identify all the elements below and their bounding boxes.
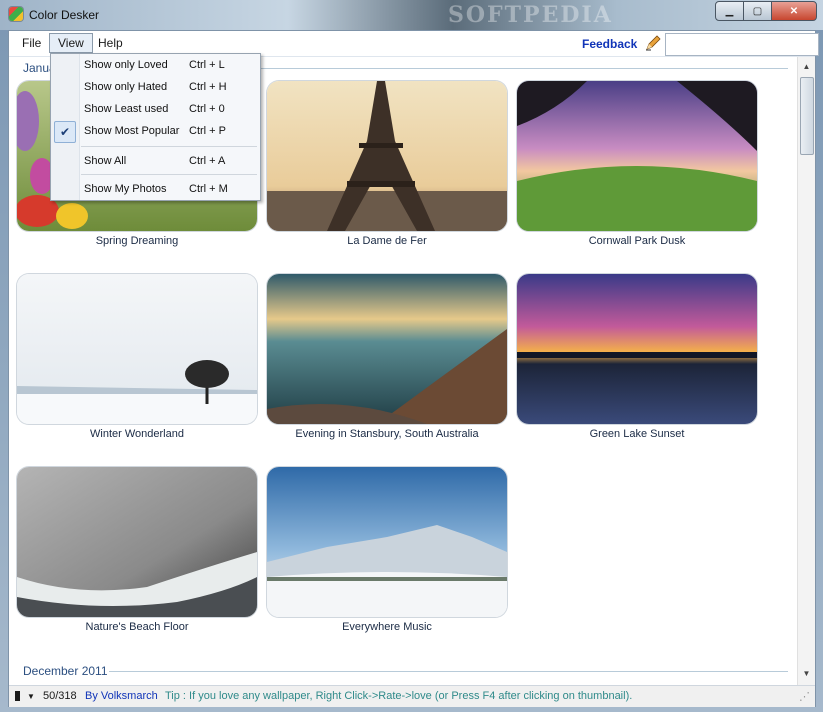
minimize-button[interactable]: ▁ [715,1,744,21]
view-menu-item[interactable]: Show only Hated Ctrl + H [51,76,260,98]
view-menu-item-shortcut: Ctrl + 0 [189,103,225,115]
watermark-logo: SOFTPEDIA [448,2,613,28]
wallpaper-counter: 50/318 [43,690,77,702]
window-title: Color Desker [29,8,100,22]
wallpaper-caption: Cornwall Park Dusk [588,235,686,247]
view-menu-item[interactable]: Show My Photos Ctrl + M [51,178,260,200]
feedback-link[interactable]: Feedback [582,37,637,51]
wallpaper-icon[interactable] [13,690,23,702]
view-menu-item-label: Show only Hated [84,81,168,93]
menu-separator [81,174,257,175]
maximize-button[interactable]: ▢ [743,1,772,21]
vertical-scrollbar[interactable]: ▲ ▼ [797,57,815,685]
view-menu-item-shortcut: Ctrl + A [189,155,226,167]
app-icon [9,7,23,21]
wallpaper-caption: Green Lake Sunset [589,428,685,440]
scroll-down-arrow-icon[interactable]: ▼ [798,666,815,682]
author-label: By Volksmarch [85,690,158,702]
scroll-up-arrow-icon[interactable]: ▲ [798,59,815,75]
wallpaper-caption: La Dame de Fer [347,235,427,247]
wallpaper-thumbnail[interactable] [267,467,507,617]
month-divider [109,671,788,672]
title-bar[interactable]: Color Desker SOFTPEDIA ▁ ▢ ✕ [0,0,823,30]
view-menu-item-label: Show My Photos [84,183,167,195]
wallpaper-thumbnail[interactable] [267,81,507,231]
wallpaper-thumbnail[interactable] [17,467,257,617]
view-menu-item[interactable]: Show Least used Ctrl + 0 [51,98,260,120]
view-menu-item-label: Show only Loved [84,59,168,71]
app-window: Color Desker SOFTPEDIA ▁ ▢ ✕ File View H… [0,0,823,712]
view-menu-item[interactable]: ✔ Show Most Popular Ctrl + P [51,120,260,143]
menu-separator [81,146,257,147]
menu-file[interactable]: File [14,35,49,51]
view-menu-item-label: Show Most Popular [84,125,180,137]
scrollbar-thumb[interactable] [800,77,814,155]
wallpaper-caption: Nature's Beach Floor [85,621,189,633]
wallpaper-caption: Everywhere Music [342,621,432,633]
menu-view[interactable]: View [49,33,93,53]
wallpaper-thumbnail[interactable] [267,274,507,424]
wallpaper-thumbnail[interactable] [17,274,257,424]
tip-text: Tip : If you love any wallpaper, Right C… [165,690,633,702]
checkmark-icon: ✔ [54,121,76,143]
status-bar: ▼ 50/318 By Volksmarch Tip : If you love… [9,685,815,707]
search-input[interactable] [665,33,819,56]
wallpaper-caption: Spring Dreaming [95,235,179,247]
view-menu-item-shortcut: Ctrl + P [189,125,226,137]
resize-grip-icon[interactable]: ⋰ [799,690,810,703]
pencil-icon[interactable] [645,35,661,51]
view-menu-dropdown: Show only Loved Ctrl + L Show only Hated Ct… [50,53,261,201]
view-menu-item-label: Show Least used [84,103,169,115]
view-menu-item[interactable]: Show only Loved Ctrl + L [51,54,260,76]
chevron-down-icon[interactable]: ▼ [27,692,35,701]
view-menu-item-label: Show All [84,155,127,167]
month-heading: December 2011 [23,664,108,678]
wallpaper-thumbnail[interactable] [517,274,757,424]
view-menu-item-shortcut: Ctrl + H [189,81,227,93]
view-menu-item[interactable]: Show All Ctrl + A [51,150,260,172]
close-button[interactable]: ✕ [771,1,817,21]
wallpaper-caption: Evening in Stansbury, South Australia [295,428,479,440]
view-menu-item-shortcut: Ctrl + M [189,183,228,195]
view-menu-item-shortcut: Ctrl + L [189,59,225,71]
wallpaper-caption: Winter Wonderland [90,428,184,440]
menu-help[interactable]: Help [90,35,131,51]
wallpaper-thumbnail[interactable] [517,81,757,231]
